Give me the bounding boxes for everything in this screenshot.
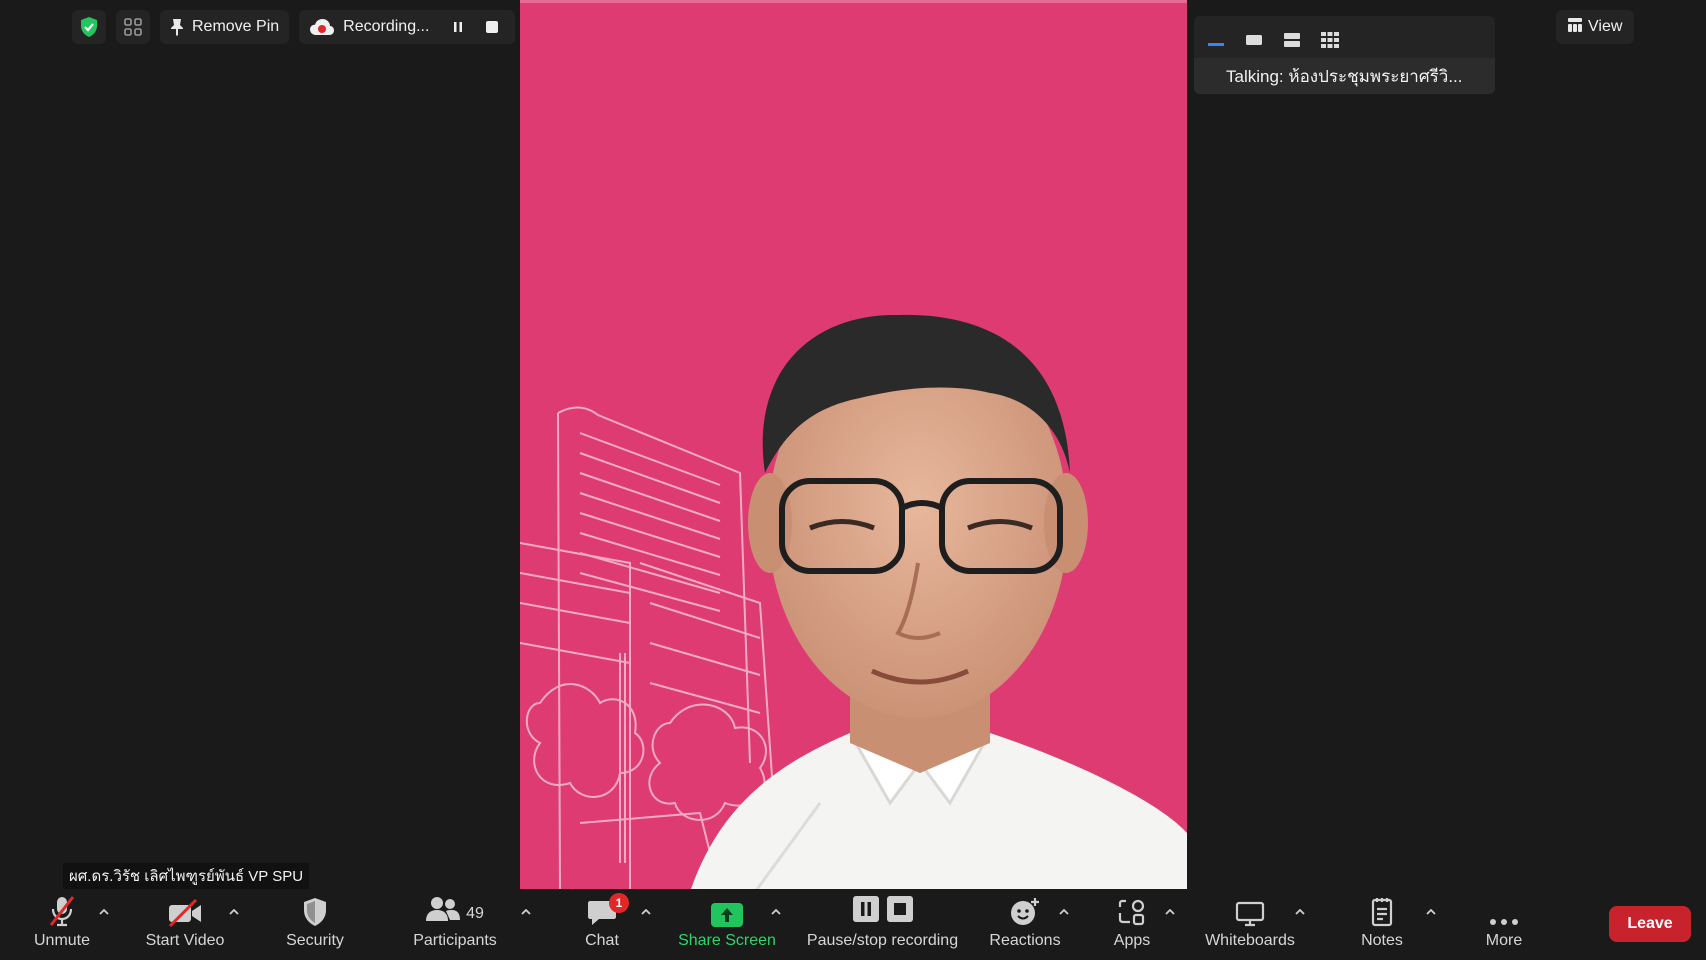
grid-icon	[123, 17, 143, 37]
participant-name-tag: ผศ.ดร.วิรัช เลิศไพฑูรย์พันธ์ VP SPU	[63, 863, 310, 889]
active-speaker-indicator: Talking: ห้องประชุมพระยาศรีวิ...	[1194, 58, 1495, 94]
security-label: Security	[286, 932, 344, 949]
chat-unread-badge: 1	[609, 893, 629, 913]
unmute-button[interactable]: Unmute	[22, 889, 102, 960]
participants-button[interactable]: 49 Participants	[405, 889, 505, 960]
pause-recording-button[interactable]	[447, 16, 469, 38]
encryption-shield-button[interactable]	[72, 10, 106, 44]
security-button[interactable]: Security	[275, 889, 355, 960]
view-grid-icon	[1568, 17, 1582, 37]
pause-stop-recording-button[interactable]: Pause/stop recording	[800, 889, 965, 960]
stacked-view-icon[interactable]	[1280, 29, 1304, 51]
whiteboards-button[interactable]: Whiteboards	[1195, 889, 1305, 960]
stop-recording-button[interactable]	[481, 16, 503, 38]
view-label: View	[1588, 18, 1623, 35]
participants-count: 49	[466, 905, 484, 922]
pin-icon	[170, 18, 184, 36]
apps-label: Apps	[1113, 932, 1151, 949]
more-label: More	[1485, 932, 1523, 949]
pause-stop-label: Pause/stop recording	[806, 932, 959, 949]
pause-icon	[852, 896, 879, 927]
share-screen-icon	[711, 903, 743, 927]
chat-button[interactable]: 1 Chat	[572, 889, 632, 960]
view-button[interactable]: View	[1556, 10, 1635, 44]
chat-options-caret[interactable]	[639, 907, 653, 917]
gallery-grid-button[interactable]	[116, 10, 150, 44]
share-options-caret[interactable]	[769, 907, 783, 917]
speaker-view-icon[interactable]	[1242, 29, 1266, 51]
view-mode-panel: Talking: ห้องประชุมพระยาศรีวิ...	[1194, 16, 1495, 94]
speaker-strip-view-icon[interactable]	[1204, 29, 1228, 51]
unmute-label: Unmute	[33, 932, 91, 949]
cloud-record-icon	[309, 18, 335, 36]
apps-options-caret[interactable]	[1163, 907, 1177, 917]
remove-pin-label: Remove Pin	[192, 18, 280, 35]
meeting-topbar: Remove Pin Recording...	[72, 10, 516, 44]
participants-icon	[426, 896, 461, 927]
notes-icon	[1370, 889, 1394, 929]
participants-options-caret[interactable]	[519, 907, 533, 917]
video-options-caret[interactable]	[227, 907, 241, 917]
chat-bubble-icon: 1	[587, 889, 629, 929]
reactions-button[interactable]: Reactions	[985, 889, 1065, 960]
more-dots-icon	[1489, 889, 1519, 929]
leave-button[interactable]: Leave	[1609, 906, 1691, 942]
chat-label: Chat	[585, 932, 619, 949]
recording-status[interactable]: Recording...	[299, 10, 516, 44]
stop-icon	[886, 896, 913, 927]
start-video-button[interactable]: Start Video	[135, 889, 235, 960]
meeting-controls-toolbar: Unmute Start Video Security 49 Participa…	[0, 889, 1706, 960]
audio-options-caret[interactable]	[97, 907, 111, 917]
whiteboards-options-caret[interactable]	[1293, 907, 1307, 917]
emoji-plus-icon	[1010, 889, 1040, 929]
participants-label: Participants	[413, 932, 497, 949]
shield-icon	[302, 889, 328, 929]
remove-pin-button[interactable]: Remove Pin	[160, 10, 290, 44]
gallery-view-icon[interactable]	[1318, 29, 1342, 51]
speaker-video-image	[520, 314, 1187, 889]
whiteboard-icon	[1235, 889, 1265, 929]
share-screen-button[interactable]: Share Screen	[672, 889, 782, 960]
pinned-video-tile[interactable]	[520, 0, 1187, 889]
muted-mic-icon	[47, 889, 77, 929]
reactions-options-caret[interactable]	[1057, 907, 1071, 917]
apps-icon	[1118, 889, 1146, 929]
recording-label: Recording...	[343, 18, 430, 35]
share-screen-label: Share Screen	[678, 932, 776, 949]
apps-button[interactable]: Apps	[1102, 889, 1162, 960]
notes-options-caret[interactable]	[1424, 907, 1438, 917]
more-button[interactable]: More	[1474, 889, 1534, 960]
video-off-icon	[167, 889, 203, 929]
shield-check-icon	[79, 16, 99, 38]
whiteboards-label: Whiteboards	[1205, 932, 1295, 949]
notes-button[interactable]: Notes	[1352, 889, 1412, 960]
start-video-label: Start Video	[145, 932, 225, 949]
reactions-label: Reactions	[989, 932, 1061, 949]
notes-label: Notes	[1361, 932, 1403, 949]
